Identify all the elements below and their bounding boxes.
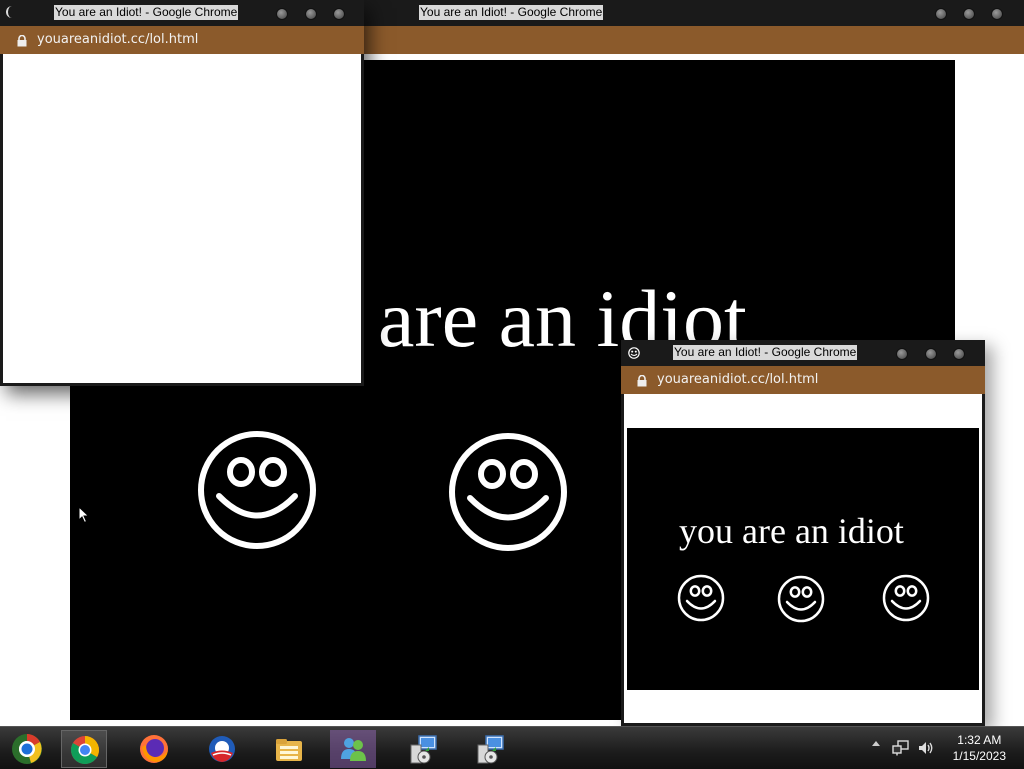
taskbar-file-explorer[interactable]: [266, 730, 312, 768]
minimize-button[interactable]: [935, 8, 947, 20]
taskbar-clock[interactable]: 1:32 AM 1/15/2023: [953, 732, 1006, 764]
close-button[interactable]: [953, 348, 965, 360]
minimize-button[interactable]: [276, 8, 288, 20]
popup-bottom-right-address-bar[interactable]: youareanidiot.cc/lol.html: [621, 366, 985, 394]
minimize-button[interactable]: [896, 348, 908, 360]
start-button[interactable]: [4, 730, 50, 768]
popup-top-left-address-bar[interactable]: youareanidiot.cc/lol.html: [0, 26, 364, 54]
show-hidden-icons-icon[interactable]: [872, 741, 880, 746]
maximize-button[interactable]: [963, 8, 975, 20]
lock-icon: [637, 375, 647, 387]
maximize-button[interactable]: [925, 348, 937, 360]
volume-icon[interactable]: [917, 740, 935, 756]
smiley-favicon-icon: [628, 347, 640, 359]
popup-bottom-right-title: You are an Idiot! - Google Chrome: [673, 345, 858, 360]
popup-page-headline: you are an idiot: [679, 511, 904, 551]
taskbar-messenger[interactable]: [330, 730, 376, 768]
file-explorer-icon: [276, 739, 302, 761]
popup-bottom-right-url[interactable]: youareanidiot.cc/lol.html: [657, 372, 818, 387]
smiley-icon: [677, 574, 725, 622]
installer-icon: [477, 735, 504, 764]
taskbar: 1:32 AM 1/15/2023: [0, 726, 1024, 769]
smiley-icon: [882, 574, 930, 622]
chrome-icon: [71, 736, 99, 764]
installer-icon: [410, 735, 437, 764]
popup-window-top-left: You are an Idiot! - Google Chrome youare…: [0, 0, 364, 386]
popup-top-left-url[interactable]: youareanidiot.cc/lol.html: [37, 32, 198, 47]
taskbar-installer[interactable]: [400, 730, 446, 768]
mouse-cursor-icon: [78, 506, 90, 524]
popup-top-left-titlebar[interactable]: You are an Idiot! - Google Chrome: [0, 0, 364, 26]
popup-page-content: you are an idiot: [627, 428, 979, 690]
close-button[interactable]: [333, 8, 345, 20]
taskbar-obama-campaign[interactable]: [199, 730, 245, 768]
popup-bottom-right-titlebar[interactable]: You are an Idiot! - Google Chrome: [621, 340, 985, 366]
taskbar-installer[interactable]: [467, 730, 513, 768]
smiley-icon: [777, 575, 825, 623]
close-button[interactable]: [991, 8, 1003, 20]
lock-icon: [17, 35, 27, 47]
firefox-icon: [140, 735, 168, 763]
popup-window-bottom-right: You are an Idiot! - Google Chrome youare…: [621, 340, 985, 726]
network-icon[interactable]: [892, 740, 910, 756]
maximize-button[interactable]: [305, 8, 317, 20]
messenger-icon: [341, 738, 366, 761]
start-orb-icon: [12, 734, 42, 764]
smiley-icon: [449, 433, 567, 551]
smiley-icon: [198, 431, 316, 549]
obama-campaign-icon: [209, 736, 235, 762]
popup-top-left-title: You are an Idiot! - Google Chrome: [54, 5, 239, 20]
clock-date: 1/15/2023: [952, 749, 1006, 763]
loading-spinner-icon: [6, 6, 18, 18]
main-window-title: You are an Idiot! - Google Chrome: [419, 5, 604, 20]
taskbar-chrome[interactable]: [61, 730, 107, 768]
clock-time: 1:32 AM: [957, 733, 1002, 747]
taskbar-firefox[interactable]: [131, 730, 177, 768]
